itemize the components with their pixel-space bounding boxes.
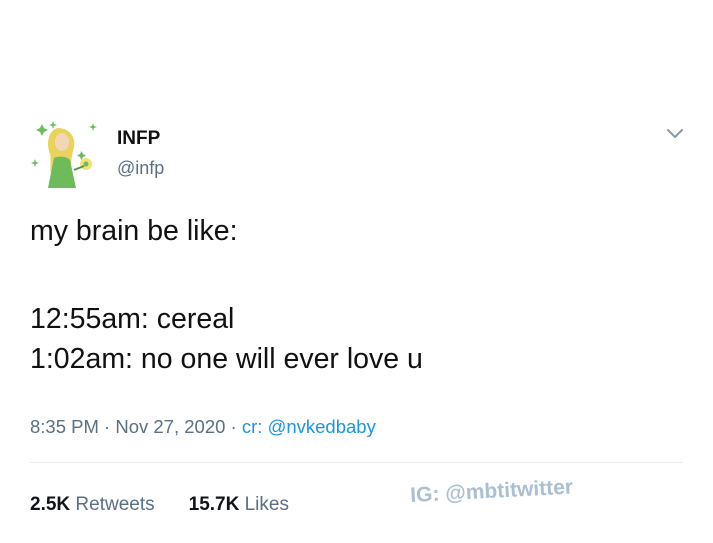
tweet-text-line: 1:02am: no one will ever love u [30, 343, 423, 375]
likes-count: 15.7K [188, 494, 240, 515]
separator: · [98, 416, 116, 437]
watermark: IG: @mbtitwitter [409, 475, 574, 508]
display-name[interactable]: INFP [117, 128, 160, 150]
chevron-down-icon[interactable] [664, 122, 686, 144]
tweet-date[interactable]: Nov 27, 2020 [115, 416, 225, 437]
tweet-time[interactable]: 8:35 PM [30, 416, 99, 437]
avatar[interactable] [30, 118, 100, 196]
user-handle[interactable]: @infp [117, 158, 164, 179]
credit-link[interactable]: cr: @nvkedbaby [242, 416, 376, 437]
retweets-count: 2.5K [30, 494, 71, 515]
separator: · [225, 416, 242, 437]
likes-label: Likes [244, 494, 289, 515]
tweet-metadata: 8:35 PM · Nov 27, 2020 · cr: @nvkedbaby [30, 416, 376, 438]
retweets-stat[interactable]: 2.5K Retweets [30, 494, 155, 516]
divider [30, 462, 683, 463]
avatar-illustration [31, 121, 97, 188]
retweets-label: Retweets [75, 494, 155, 515]
tweet-text-line: 12:55am: cereal [30, 303, 235, 335]
likes-stat[interactable]: 15.7K Likes [189, 494, 289, 516]
tweet-text-line: my brain be like: [30, 215, 238, 247]
tweet-stats: 2.5K Retweets 15.7K Likes [30, 494, 289, 516]
